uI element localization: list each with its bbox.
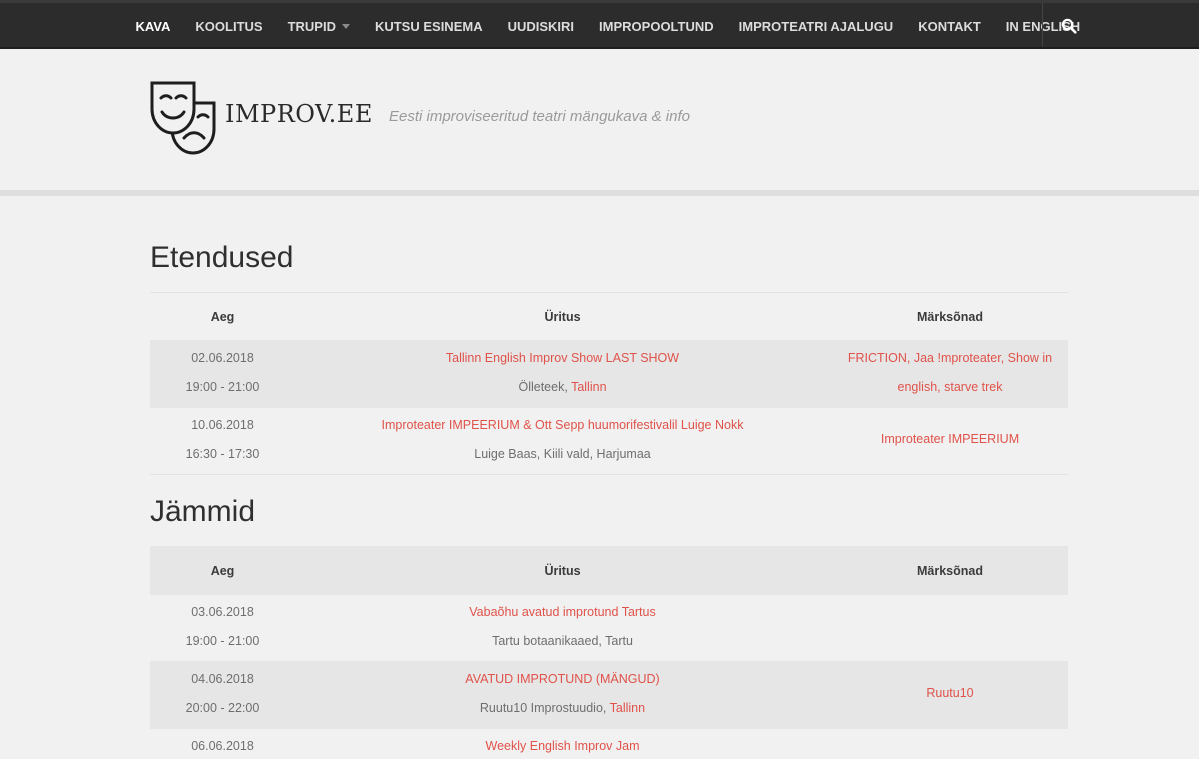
nav-item-uudiskiri[interactable]: UUDISKIRI: [495, 19, 586, 34]
divider: [150, 474, 1068, 475]
site-tagline: Eesti improviseeritud teatri mängukava &…: [389, 108, 690, 125]
nav-item-impropooltund[interactable]: IMPROPOOLTUND: [587, 19, 727, 34]
event-link[interactable]: Tallinn English Improv Show LAST SHOW: [345, 351, 780, 365]
event-date: 06.06.2018: [191, 739, 254, 753]
event-link[interactable]: Vabaõhu avatud improtund Tartus: [345, 605, 780, 619]
table-header-row: Aeg Üritus Märksõnad: [150, 546, 1068, 595]
city-link[interactable]: Tallinn: [571, 380, 606, 394]
nav-item-trupid-label: TRUPID: [287, 18, 336, 34]
event-time: 19:00 - 21:00: [185, 634, 260, 648]
tag-link[interactable]: Jaa !mproteater: [914, 351, 1001, 365]
event-location: Luige Baas, Kiili vald, Harjumaa: [474, 447, 651, 461]
tag-link[interactable]: Improteater IMPEERIUM: [830, 432, 1070, 446]
top-navigation-bar: KAVA KOOLITUS TRUPID KUTSU ESINEMA UUDIS…: [0, 0, 1199, 49]
venue-name: Ölleteek: [518, 380, 565, 394]
tag-link[interactable]: Ruutu10: [830, 686, 1070, 700]
theatre-masks-icon: [150, 81, 216, 155]
table-row: 02.06.2018 19:00 - 21:00 Tallinn English…: [150, 340, 1068, 408]
caret-down-icon: [341, 23, 350, 29]
event-date: 10.06.2018: [191, 418, 254, 432]
event-time: 20:00 - 22:00: [185, 701, 260, 715]
site-name[interactable]: IMPROV.EE: [225, 100, 373, 128]
event-link[interactable]: AVATUD IMPROTUND (MÄNGUD): [345, 672, 780, 686]
tag-link[interactable]: starve trek: [944, 380, 1002, 394]
table-row: 03.06.2018 19:00 - 21:00 Vabaõhu avatud …: [150, 595, 1068, 661]
nav-item-kutsu-esinema[interactable]: KUTSU ESINEMA: [362, 19, 495, 34]
table-row: 06.06.2018 Weekly English Improv Jam: [150, 729, 1068, 759]
section-title-jams: Jämmid: [150, 495, 256, 528]
event-link[interactable]: Weekly English Improv Jam: [345, 739, 780, 753]
event-location: Ölleteek, Tallinn: [518, 380, 607, 394]
tag-link[interactable]: FRICTION: [848, 351, 907, 365]
event-date: 02.06.2018: [191, 351, 254, 365]
section-title-performances: Etendused: [150, 241, 294, 274]
table-row: 10.06.2018 16:30 - 17:30 Improteater IMP…: [150, 408, 1068, 474]
column-header-event: Üritus: [544, 564, 581, 578]
column-header-time: Aeg: [210, 310, 235, 324]
event-date: 03.06.2018: [191, 605, 254, 619]
event-tags: FRICTION, Jaa !mproteater, Show in engli…: [847, 351, 1053, 394]
header-bottom-border: [0, 190, 1199, 196]
column-header-tags: Märksõnad: [917, 564, 983, 578]
table-header-row: Aeg Üritus Märksõnad: [150, 293, 1068, 340]
column-header-event: Üritus: [544, 310, 581, 324]
event-time: 16:30 - 17:30: [185, 447, 260, 461]
search-icon: [1061, 18, 1077, 34]
table-row: 04.06.2018 20:00 - 22:00 AVATUD IMPROTUN…: [150, 661, 1068, 729]
nav-item-trupid[interactable]: TRUPID: [275, 19, 362, 34]
nav-item-koolitus[interactable]: KOOLITUS: [183, 19, 275, 34]
nav-menu: KAVA KOOLITUS TRUPID KUTSU ESINEMA UUDIS…: [123, 3, 1093, 49]
nav-item-kava[interactable]: KAVA: [123, 19, 183, 34]
search-button[interactable]: [1043, 3, 1095, 49]
event-date: 04.06.2018: [191, 672, 254, 686]
event-location: Ruutu10 Improstuudio, Tallinn: [479, 701, 646, 715]
event-time: 19:00 - 21:00: [185, 380, 260, 394]
city-link[interactable]: Tallinn: [610, 701, 645, 715]
nav-item-kontakt[interactable]: KONTAKT: [906, 19, 994, 34]
column-header-tags: Märksõnad: [917, 310, 983, 324]
nav-item-improteatri-ajalugu[interactable]: IMPROTEATRI AJALUGU: [726, 19, 906, 34]
venue-name: Ruutu10 Improstuudio: [479, 701, 603, 715]
column-header-time: Aeg: [210, 564, 235, 578]
event-location: Tartu botaanikaaed, Tartu: [492, 634, 633, 648]
event-link[interactable]: Improteater IMPEERIUM & Ott Sepp huumori…: [345, 418, 780, 432]
site-logo[interactable]: [150, 81, 222, 155]
